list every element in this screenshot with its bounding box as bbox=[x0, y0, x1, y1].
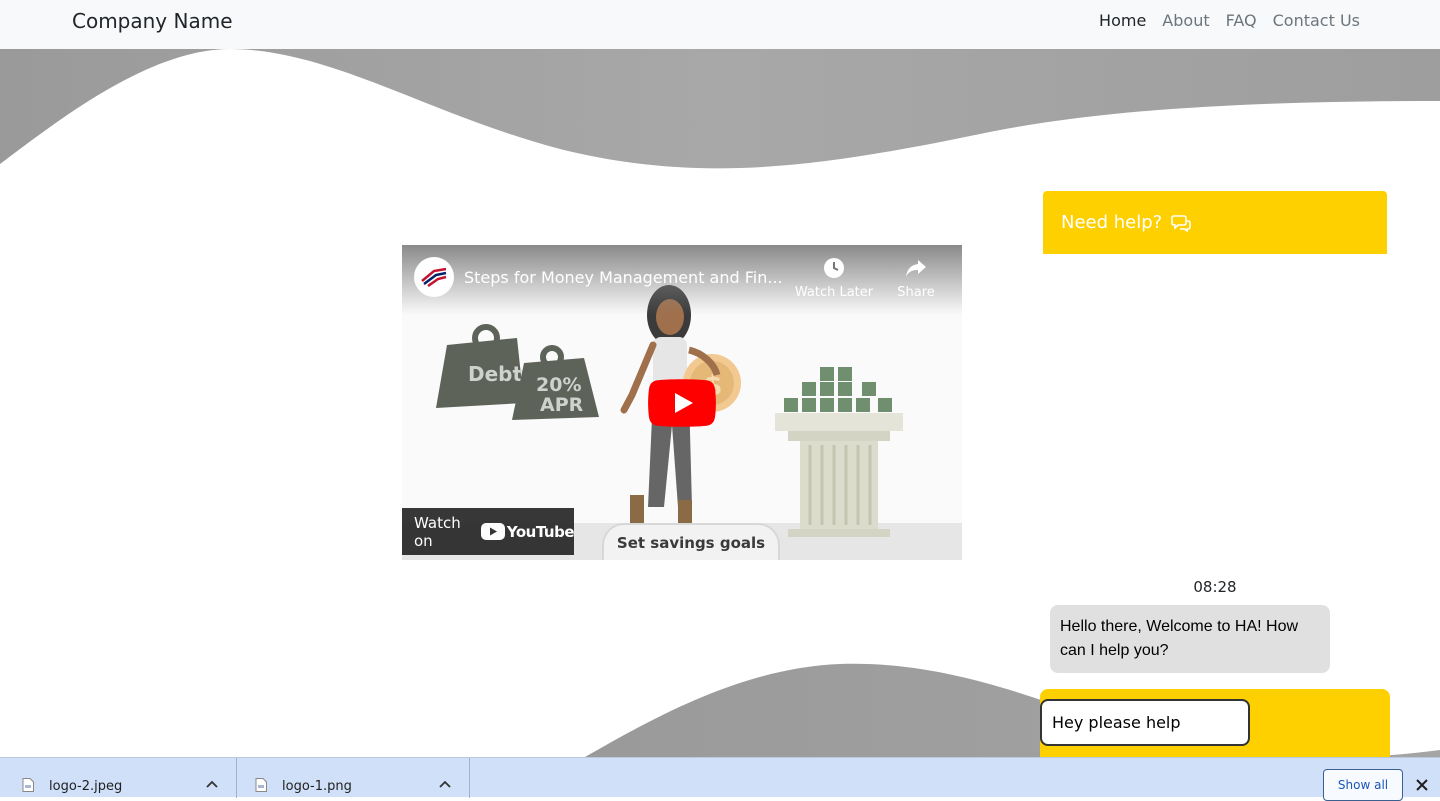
nav-contact-link[interactable]: Contact Us bbox=[1273, 11, 1360, 30]
clock-icon bbox=[824, 258, 844, 278]
chevron-up-icon[interactable] bbox=[439, 780, 451, 788]
share-arrow-icon bbox=[906, 260, 926, 277]
download-item[interactable]: logo-1.png bbox=[237, 758, 470, 798]
download-file-name: logo-2.jpeg bbox=[49, 779, 123, 794]
video-title[interactable]: Steps for Money Management and Fin... bbox=[464, 268, 794, 287]
file-icon bbox=[255, 778, 267, 792]
browser-download-bar: logo-2.jpeg logo-1.png Show all bbox=[0, 757, 1440, 801]
nav-home-link[interactable]: Home bbox=[1099, 11, 1146, 30]
brand-link[interactable]: Company Name bbox=[72, 9, 233, 33]
nav-links: Home About FAQ Contact Us bbox=[1099, 11, 1360, 30]
download-file-name: logo-1.png bbox=[282, 779, 352, 794]
youtube-logo-icon: YouTube bbox=[480, 522, 575, 541]
play-button-icon[interactable] bbox=[648, 379, 716, 427]
bot-message-bubble: Hello there, Welcome to HA! How can I he… bbox=[1050, 605, 1330, 673]
chat-header[interactable]: Need help? bbox=[1043, 191, 1387, 254]
top-navbar: Company Name Home About FAQ Contact Us bbox=[0, 0, 1440, 49]
channel-logo-icon[interactable] bbox=[414, 257, 454, 297]
watch-later-button[interactable]: Watch Later bbox=[794, 257, 874, 300]
top-wave-decoration bbox=[0, 49, 1440, 169]
close-icon[interactable] bbox=[1414, 777, 1430, 793]
download-item[interactable]: logo-2.jpeg bbox=[0, 758, 237, 798]
watch-on-label: Watch on bbox=[414, 513, 461, 550]
show-all-downloads-button[interactable]: Show all bbox=[1323, 769, 1403, 801]
watch-later-label: Watch Later bbox=[794, 285, 874, 300]
chat-bubbles-icon bbox=[1171, 214, 1192, 232]
chevron-up-icon[interactable] bbox=[206, 780, 218, 788]
chat-header-title: Need help? bbox=[1061, 212, 1163, 233]
share-button[interactable]: Share bbox=[876, 257, 956, 300]
file-icon bbox=[22, 778, 34, 792]
youtube-wordmark: YouTube bbox=[506, 522, 575, 541]
chat-timestamp: 08:28 bbox=[1193, 578, 1237, 596]
watch-on-youtube-button[interactable]: Watch on YouTube bbox=[402, 508, 575, 555]
debt-weight-label: Debt bbox=[468, 362, 522, 386]
apr-weight-label-bottom: APR bbox=[540, 394, 584, 416]
youtube-video-embed[interactable]: Debt 20% APR $ bbox=[402, 245, 962, 560]
video-caption: Set savings goals bbox=[602, 523, 780, 560]
chat-input-bar bbox=[1040, 689, 1390, 759]
chat-message-input[interactable] bbox=[1040, 699, 1250, 746]
apr-weight-label-top: 20% bbox=[536, 374, 581, 396]
nav-faq-link[interactable]: FAQ bbox=[1226, 11, 1257, 30]
nav-about-link[interactable]: About bbox=[1162, 11, 1209, 30]
share-label: Share bbox=[897, 285, 935, 300]
